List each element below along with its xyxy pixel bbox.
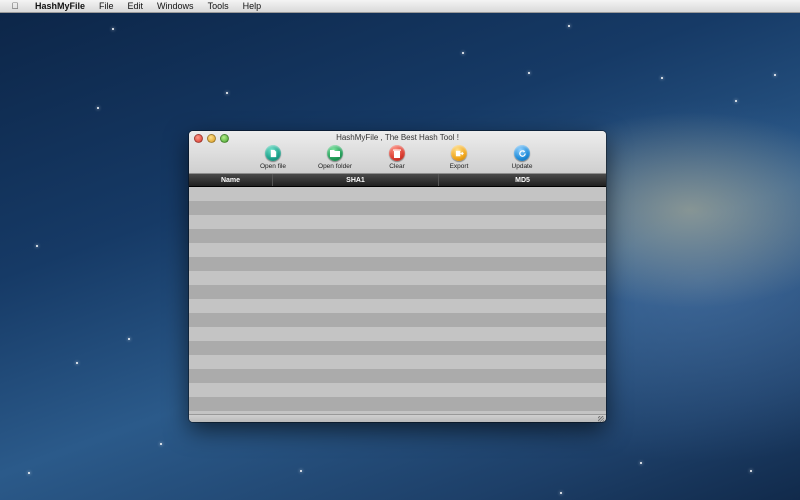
star: [568, 25, 570, 27]
star: [36, 245, 38, 247]
table-row: [189, 243, 606, 257]
status-bar: [189, 414, 606, 422]
table-row: [189, 271, 606, 285]
star: [28, 472, 30, 474]
table-row: [189, 285, 606, 299]
table-header: Name SHA1 MD5: [189, 174, 606, 187]
table-row: [189, 369, 606, 383]
table-row: [189, 215, 606, 229]
app-window: HashMyFile , The Best Hash Tool ! Open f…: [189, 131, 606, 422]
menu-edit[interactable]: Edit: [121, 0, 151, 12]
hash-table-body[interactable]: [189, 187, 606, 414]
menu-file[interactable]: File: [92, 0, 121, 12]
table-row: [189, 299, 606, 313]
table-row: [189, 327, 606, 341]
update-button[interactable]: Update: [494, 145, 550, 170]
table-row: [189, 355, 606, 369]
clear-label: Clear: [389, 163, 405, 170]
star: [640, 462, 642, 464]
open-file-icon: [265, 145, 281, 161]
export-button[interactable]: Export: [431, 145, 487, 170]
resize-grip-icon[interactable]: [598, 416, 604, 422]
open-folder-button[interactable]: Open folder: [307, 145, 363, 170]
star: [76, 362, 78, 364]
refresh-icon: [514, 145, 530, 161]
menu-tools[interactable]: Tools: [201, 0, 236, 12]
apple-logo-icon[interactable]: : [10, 1, 20, 11]
star: [528, 72, 530, 74]
star: [300, 470, 302, 472]
export-label: Export: [449, 163, 469, 170]
open-folder-label: Open folder: [318, 163, 352, 170]
star: [560, 492, 562, 494]
table-row: [189, 229, 606, 243]
table-row: [189, 383, 606, 397]
table-row: [189, 313, 606, 327]
star: [735, 100, 737, 102]
window-toolbar: HashMyFile , The Best Hash Tool ! Open f…: [189, 131, 606, 174]
star: [97, 107, 99, 109]
column-header-sha1[interactable]: SHA1: [273, 174, 439, 186]
open-file-button[interactable]: Open file: [245, 145, 301, 170]
window-title: HashMyFile , The Best Hash Tool !: [336, 133, 459, 142]
export-icon: [451, 145, 467, 161]
menu-app-hashmyfile[interactable]: HashMyFile: [28, 0, 92, 12]
star: [462, 52, 464, 54]
table-row: [189, 201, 606, 215]
star: [160, 443, 162, 445]
star: [112, 28, 114, 30]
table-row: [189, 187, 606, 201]
column-header-name[interactable]: Name: [189, 174, 273, 186]
table-row: [189, 341, 606, 355]
star: [226, 92, 228, 94]
menu-help[interactable]: Help: [236, 0, 269, 12]
open-file-label: Open file: [259, 163, 287, 170]
star: [661, 77, 663, 79]
open-folder-icon: [327, 145, 343, 161]
menu-bar:  HashMyFile File Edit Windows Tools Hel…: [0, 0, 800, 13]
trash-icon: [389, 145, 405, 161]
table-row: [189, 257, 606, 271]
star: [128, 338, 130, 340]
star: [774, 74, 776, 76]
menu-windows[interactable]: Windows: [150, 0, 201, 12]
star: [750, 470, 752, 472]
clear-button[interactable]: Clear: [369, 145, 425, 170]
column-header-md5[interactable]: MD5: [439, 174, 606, 186]
table-row: [189, 397, 606, 411]
update-label: Update: [511, 163, 533, 170]
